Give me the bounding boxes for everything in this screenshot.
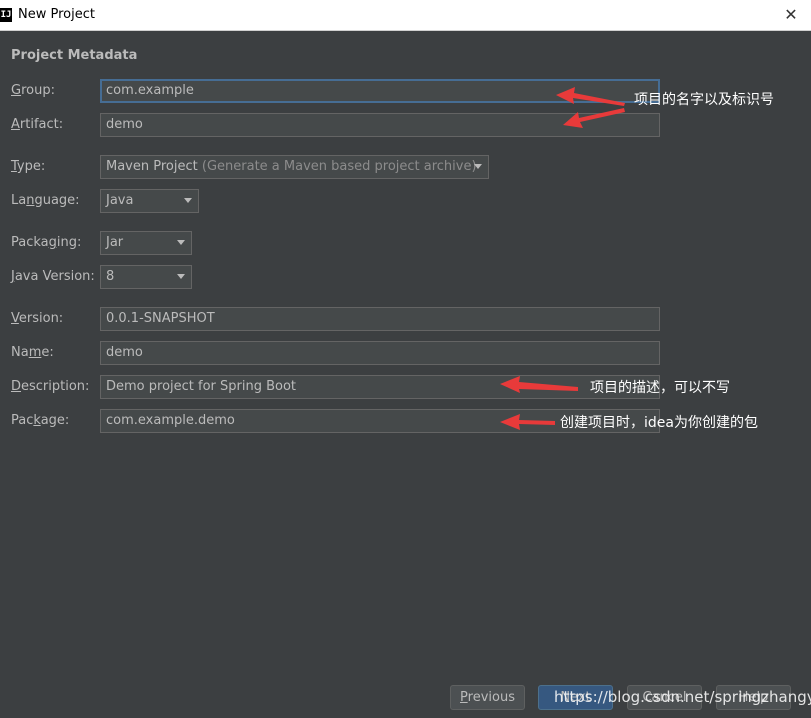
version-input[interactable]: 0.0.1-SNAPSHOT — [100, 307, 660, 331]
annotation-package: 创建项目时，idea为你创建的包 — [560, 415, 758, 431]
name-input[interactable]: demo — [100, 341, 660, 365]
type-dropdown[interactable]: Maven Project (Generate a Maven based pr… — [100, 155, 489, 179]
package-label: Package: — [11, 413, 70, 428]
version-label: Version: — [11, 311, 64, 326]
annotation-description: 项目的描述，可以不写 — [590, 380, 730, 396]
name-label: Name: — [11, 345, 54, 360]
chevron-down-icon — [474, 164, 482, 169]
title-bar: IJ New Project ✕ — [0, 0, 811, 31]
chevron-down-icon — [177, 274, 185, 279]
intellij-icon: IJ — [0, 8, 12, 22]
description-label: Description: — [11, 379, 90, 394]
language-dropdown[interactable]: Java — [100, 189, 199, 213]
packaging-dropdown[interactable]: Jar — [100, 231, 192, 255]
previous-button[interactable]: Previous — [450, 685, 525, 710]
artifact-input[interactable]: demo — [100, 113, 660, 137]
description-input[interactable]: Demo project for Spring Boot — [100, 375, 660, 399]
watermark: https://blog.csdn.net/springzhangyf — [554, 688, 811, 706]
window-title: New Project — [18, 7, 95, 22]
chevron-down-icon — [177, 240, 185, 245]
group-label: Group: — [11, 83, 55, 98]
chevron-down-icon — [184, 198, 192, 203]
group-input[interactable]: com.example — [100, 79, 660, 103]
language-label: Language: — [11, 193, 80, 208]
type-label: Type: — [11, 159, 46, 174]
annotation-group-artifact: 项目的名字以及标识号 — [634, 92, 774, 108]
section-title: Project Metadata — [11, 48, 138, 63]
java-version-dropdown[interactable]: 8 — [100, 265, 192, 289]
java-version-label: Java Version: — [11, 269, 95, 284]
artifact-label: Artifact: — [11, 117, 64, 132]
close-icon[interactable]: ✕ — [781, 5, 801, 25]
packaging-label: Packaging: — [11, 235, 82, 250]
